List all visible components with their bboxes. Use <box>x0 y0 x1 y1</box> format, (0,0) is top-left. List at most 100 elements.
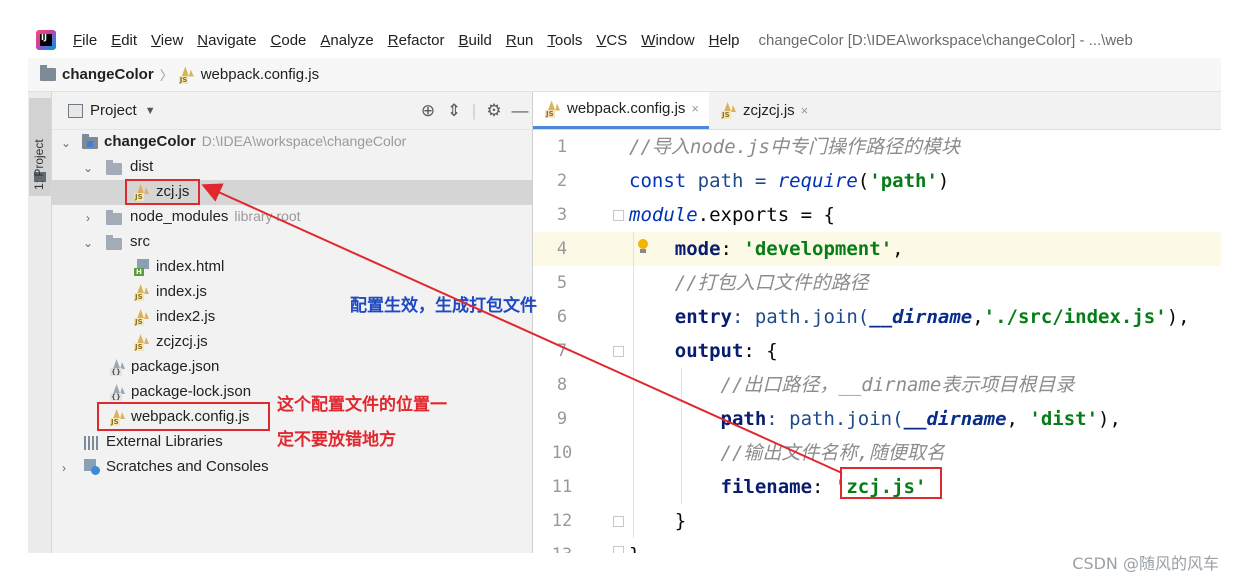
code-keyword: const <box>629 170 687 192</box>
tab-zcjzcj[interactable]: zcjzcj.js × <box>709 92 818 129</box>
tree-item-zcjzcj-js[interactable]: zcjzcj.js <box>52 330 532 355</box>
tree-label-index-html: index.html <box>156 258 225 275</box>
line-number: 5 <box>556 273 568 293</box>
folder-icon <box>106 160 122 175</box>
tab-label: webpack.config.js <box>567 100 686 117</box>
breadcrumb-separator-icon: 〉 <box>159 68 173 83</box>
tree-item-package-json[interactable]: package.json <box>52 355 532 380</box>
project-tool-tab[interactable]: 1: Project <box>29 98 51 196</box>
library-root-hint: library root <box>234 208 301 224</box>
code-text: //导入node.js中专门操作路径的模块 <box>629 130 960 164</box>
watermark: CSDN @随风的风车 <box>1072 554 1219 573</box>
code-text: path: path.join(__dirname, 'dist'), <box>629 402 1121 436</box>
code-function: require <box>777 170 858 192</box>
module-folder-icon <box>40 65 56 81</box>
toolbar-divider: | <box>471 101 477 120</box>
tree-label-src: src <box>130 233 150 250</box>
js-file-icon <box>134 334 150 351</box>
code-line: 2 const path = require('path') <box>533 164 1221 198</box>
ide-window: IJ File Edit View Navigate Code Analyze … <box>28 22 1221 553</box>
annotation-blue: 配置生效，生成打包文件 <box>350 296 537 316</box>
code-text-part: .exports = { <box>697 204 835 226</box>
code-punct: } <box>674 510 687 532</box>
chevron-down-icon[interactable]: ⌄ <box>60 136 72 150</box>
close-icon[interactable]: × <box>691 101 699 116</box>
menu-window[interactable]: Window <box>641 32 694 49</box>
js-file-icon <box>721 102 737 119</box>
tab-label: zcjzcj.js <box>743 101 795 119</box>
code-keyword: module <box>629 204 698 226</box>
fold-marker-icon[interactable] <box>613 346 624 357</box>
menu-edit[interactable]: Edit <box>111 32 137 49</box>
tree-item-root[interactable]: ⌄ changeColor D:\IDEA\workspace\changeCol… <box>52 130 532 155</box>
line-number: 11 <box>551 477 573 497</box>
menu-vcs[interactable]: VCS <box>596 32 627 49</box>
minimize-icon[interactable]: — <box>507 101 532 121</box>
menu-help[interactable]: Help <box>709 32 740 49</box>
locate-icon[interactable]: ⊕ <box>415 101 441 121</box>
code-string: 'development' <box>743 238 893 260</box>
menu-build[interactable]: Build <box>458 32 491 49</box>
project-view-selector[interactable]: Project <box>90 102 137 119</box>
chevron-down-icon[interactable]: ⌄ <box>82 161 94 175</box>
tab-webpack-config[interactable]: webpack.config.js × <box>533 92 709 129</box>
menu-analyze[interactable]: Analyze <box>320 32 373 49</box>
chevron-down-icon[interactable]: ▼ <box>145 105 156 117</box>
js-file-icon <box>178 67 195 84</box>
root-project-path: D:\IDEA\workspace\changeColor <box>201 133 407 149</box>
code-property: mode <box>674 238 721 260</box>
code-punct: } <box>629 544 640 553</box>
menu-navigate[interactable]: Navigate <box>197 32 256 49</box>
code-string: './src/index.js' <box>983 306 1167 328</box>
line-number: 7 <box>556 341 568 361</box>
code-text: } <box>629 504 686 538</box>
code-punct: : { <box>743 340 778 362</box>
code-line: 6 entry: path.join(__dirname,'./src/inde… <box>533 300 1221 334</box>
close-icon[interactable]: × <box>801 103 809 118</box>
menu-run[interactable]: Run <box>506 32 534 49</box>
code-property: output <box>674 340 744 362</box>
line-number: 8 <box>556 375 568 395</box>
code-punct: ) <box>937 170 950 192</box>
tree-item-node-modules[interactable]: › node_modules library root <box>52 205 532 230</box>
breadcrumb: changeColor 〉 webpack.config.js <box>28 58 1221 92</box>
project-panel-header: Project ▼ ⊕ ⇕ | ⚙ — <box>52 92 532 130</box>
line-number: 13 <box>533 538 591 553</box>
tree-label-scratches: Scratches and Consoles <box>106 458 269 475</box>
code-text: //输出文件名称,随便取名 <box>629 436 945 470</box>
menu-code[interactable]: Code <box>271 32 307 49</box>
tree-item-src[interactable]: ⌄ src <box>52 230 532 255</box>
tree-label-node-modules: node_modules <box>130 208 229 225</box>
chevron-right-icon[interactable]: › <box>82 211 94 225</box>
highlight-box-webpack-config <box>97 402 270 431</box>
editor-tab-bar: webpack.config.js × zcjzcj.js × <box>533 92 1221 130</box>
code-punct: , <box>972 306 984 328</box>
menu-file[interactable]: File <box>73 32 97 49</box>
chevron-down-icon[interactable]: ⌄ <box>82 236 94 250</box>
fold-marker-icon[interactable] <box>613 546 624 553</box>
menu-view[interactable]: View <box>151 32 183 49</box>
fold-marker-icon[interactable] <box>613 210 624 221</box>
breadcrumb-file[interactable]: webpack.config.js <box>201 66 319 83</box>
collapse-all-icon[interactable]: ⇕ <box>441 101 467 121</box>
tree-item-index-html[interactable]: index.html <box>52 255 532 280</box>
highlight-box-zcj-js <box>125 179 200 205</box>
code-text: //打包入口文件的路径 <box>629 266 869 300</box>
gear-icon[interactable]: ⚙ <box>481 101 507 121</box>
tree-item-scratches[interactable]: › Scratches and Consoles <box>52 455 532 480</box>
code-punct: ( <box>857 170 870 192</box>
tree-item-dist[interactable]: ⌄ dist <box>52 155 532 180</box>
menu-refactor[interactable]: Refactor <box>388 32 445 49</box>
code-line: 3 module.exports = { <box>533 198 1221 232</box>
json-file-icon <box>110 384 126 401</box>
code-text: const path = require('path') <box>629 164 949 198</box>
code-text: module.exports = { <box>629 198 835 232</box>
tree-label-zcjzcj-js: zcjzcj.js <box>156 333 208 350</box>
code-text: //出口路径，__dirname表示项目根目录 <box>629 368 1075 402</box>
breadcrumb-project[interactable]: changeColor <box>62 66 154 83</box>
fold-marker-icon[interactable] <box>613 516 624 527</box>
code-line: 5 //打包入口文件的路径 <box>533 266 1221 300</box>
chevron-right-icon[interactable]: › <box>58 461 70 475</box>
intellij-logo-icon: IJ <box>36 30 56 50</box>
menu-tools[interactable]: Tools <box>547 32 582 49</box>
